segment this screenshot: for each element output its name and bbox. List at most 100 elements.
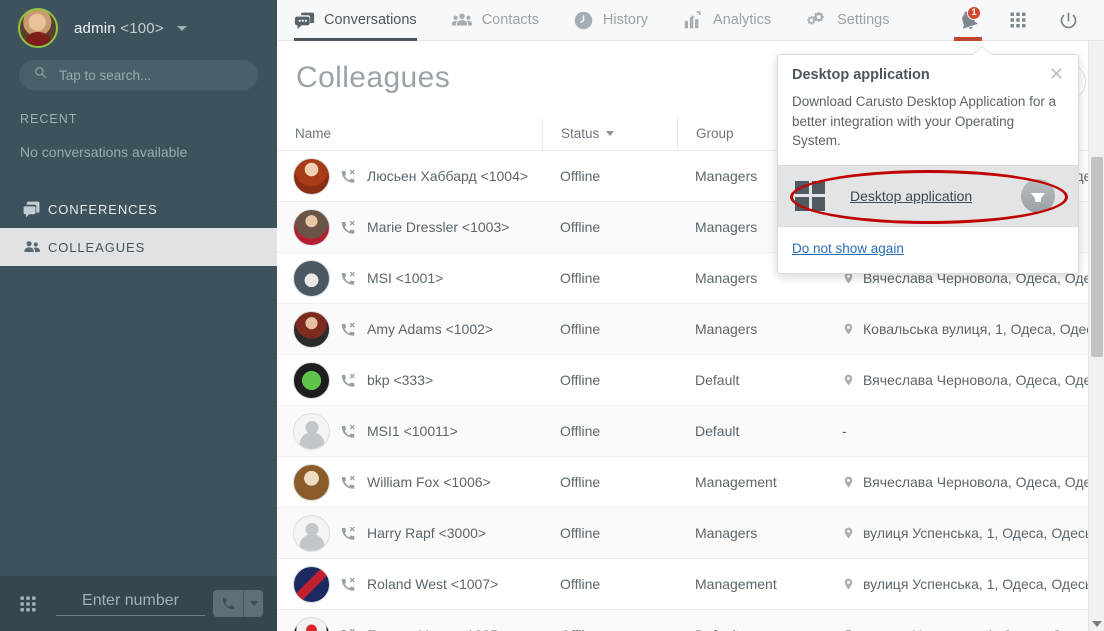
sidebar-item-label: COLLEAGUES — [48, 239, 146, 255]
column-header-name[interactable]: Name — [277, 117, 542, 151]
avatar — [293, 616, 330, 631]
cell-status: Offline — [542, 355, 677, 406]
column-header-status[interactable]: Status — [542, 116, 677, 151]
tab-history[interactable]: History — [556, 0, 665, 41]
sidebar-search — [0, 56, 277, 90]
tab-label: Conversations — [324, 12, 417, 28]
vertical-scrollbar[interactable] — [1088, 41, 1104, 631]
people-icon — [22, 237, 48, 257]
sidebar: admin <100> RECENT No conversations avai… — [0, 0, 277, 631]
chat-bubbles-icon — [22, 200, 48, 219]
avatar — [293, 565, 330, 603]
address-text: вулиця Успенська, 1, Одеса, Одеська об — [863, 576, 1104, 592]
sidebar-item-colleagues[interactable]: COLLEAGUES — [0, 228, 277, 266]
map-pin-icon — [842, 372, 855, 388]
popup-header: Desktop application ✕ — [778, 55, 1078, 83]
sidebar-dialer — [0, 576, 277, 631]
apps-button[interactable] — [996, 0, 1040, 41]
scrollbar-thumb[interactable] — [1091, 157, 1103, 357]
table-row[interactable]: Roland West <1007> Offline Management вулиц… — [277, 559, 1104, 610]
close-icon[interactable]: ✕ — [1049, 65, 1064, 83]
contact-name: Marie Dressler <1003> — [367, 219, 510, 235]
chevron-down-icon — [249, 601, 258, 606]
cell-group: Management — [677, 457, 824, 508]
cell-address: вулиця Успенська, 1, Одеса, Одеська об — [824, 559, 1104, 610]
sidebar-nav: CONFERENCES COLLEAGUES — [0, 190, 277, 266]
tab-label: Settings — [837, 12, 890, 28]
popup-description: Download Carusto Desktop Application for… — [792, 94, 1057, 149]
map-pin-icon — [842, 576, 855, 592]
missed-call-icon[interactable] — [340, 219, 357, 236]
map-pin-icon — [842, 525, 855, 541]
missed-call-icon[interactable] — [340, 627, 357, 631]
cell-status: Offline — [542, 610, 677, 631]
table-row[interactable]: Amy Adams <1002> Offline Managers Ковальськ… — [277, 304, 1104, 355]
table-row[interactable]: MSI1 <10011> Offline Default - — [277, 406, 1104, 457]
column-label: Group — [696, 126, 734, 141]
tab-settings[interactable]: Settings — [788, 0, 906, 41]
table-row[interactable]: Eugene Yures <1005> Offline Default вулиця … — [277, 610, 1104, 631]
missed-call-icon[interactable] — [340, 372, 357, 389]
do-not-show-again-link[interactable]: Do not show again — [792, 241, 904, 256]
tab-contacts[interactable]: Contacts — [434, 0, 556, 41]
status-text: Offline — [560, 627, 600, 631]
table-row[interactable]: Harry Rapf <3000> Offline Managers вулиця У… — [277, 508, 1104, 559]
popup-title: Desktop application — [792, 67, 930, 83]
missed-call-icon[interactable] — [340, 168, 357, 185]
call-button[interactable] — [213, 590, 243, 617]
contact-name: Люсьен Хаббард <1004> — [367, 168, 529, 184]
map-pin-icon — [842, 321, 855, 337]
download-arrow-icon[interactable] — [1021, 178, 1055, 213]
cell-name: MSI1 <10011> — [277, 406, 542, 457]
avatar — [293, 208, 330, 246]
cell-group: Management — [677, 559, 824, 610]
contact-name: Amy Adams <1002> — [367, 321, 494, 337]
status-text: Offline — [560, 321, 601, 337]
sidebar-user-extension: <100> — [120, 19, 164, 37]
logout-button[interactable] — [1046, 0, 1090, 41]
chevron-down-icon[interactable] — [177, 26, 188, 32]
tab-label: Contacts — [481, 12, 539, 28]
search-icon — [33, 65, 49, 86]
missed-call-icon[interactable] — [340, 423, 357, 440]
avatar — [293, 361, 330, 399]
missed-call-icon[interactable] — [340, 525, 357, 542]
download-row[interactable]: Desktop application — [778, 164, 1078, 227]
cell-status: Offline — [542, 457, 677, 508]
sidebar-user-menu[interactable]: admin <100> — [0, 0, 277, 56]
dialpad-grid-icon[interactable] — [0, 594, 56, 614]
table-row[interactable]: William Fox <1006> Offline Management Вячес… — [277, 457, 1104, 508]
cell-group: Managers — [677, 508, 824, 559]
status-text: Offline — [560, 219, 601, 235]
power-icon — [1060, 12, 1076, 28]
popup-pointer — [973, 47, 991, 55]
scroll-down-arrow-icon[interactable] — [1092, 621, 1102, 627]
avatar — [293, 259, 330, 297]
missed-call-icon[interactable] — [340, 474, 357, 491]
cell-name: Amy Adams <1002> — [277, 304, 542, 355]
people-icon — [451, 9, 473, 31]
search-box[interactable] — [19, 60, 258, 90]
group-text: Default — [695, 372, 740, 388]
sidebar-item-conferences[interactable]: CONFERENCES — [0, 190, 277, 228]
tab-analytics[interactable]: Analytics — [665, 0, 788, 41]
missed-call-icon[interactable] — [340, 576, 357, 593]
topnav-actions: 1 — [946, 0, 1104, 41]
missed-call-icon[interactable] — [340, 321, 357, 338]
search-input[interactable] — [59, 67, 244, 83]
call-options-button[interactable] — [243, 590, 263, 617]
group-text: Management — [695, 576, 777, 592]
missed-call-icon[interactable] — [340, 270, 357, 287]
clock-icon — [573, 10, 594, 31]
download-desktop-application-link[interactable]: Desktop application — [850, 188, 972, 204]
enter-number-input[interactable] — [56, 591, 205, 616]
popup-footer: Do not show again — [778, 227, 1078, 273]
notifications-button[interactable]: 1 — [946, 0, 990, 41]
table-row[interactable]: bkp <333> Offline Default Вячеслава Черново… — [277, 355, 1104, 406]
cell-address: - — [824, 406, 1104, 457]
tab-conversations[interactable]: Conversations — [277, 0, 434, 41]
sort-caret-icon[interactable] — [606, 131, 615, 136]
status-text: Offline — [560, 576, 601, 592]
address-text: вулиця Успенська, 1, Одеса, Одеська об — [863, 525, 1104, 541]
cell-address: вулиця Успенська, 1, Одеса, Одеська об — [824, 508, 1104, 559]
